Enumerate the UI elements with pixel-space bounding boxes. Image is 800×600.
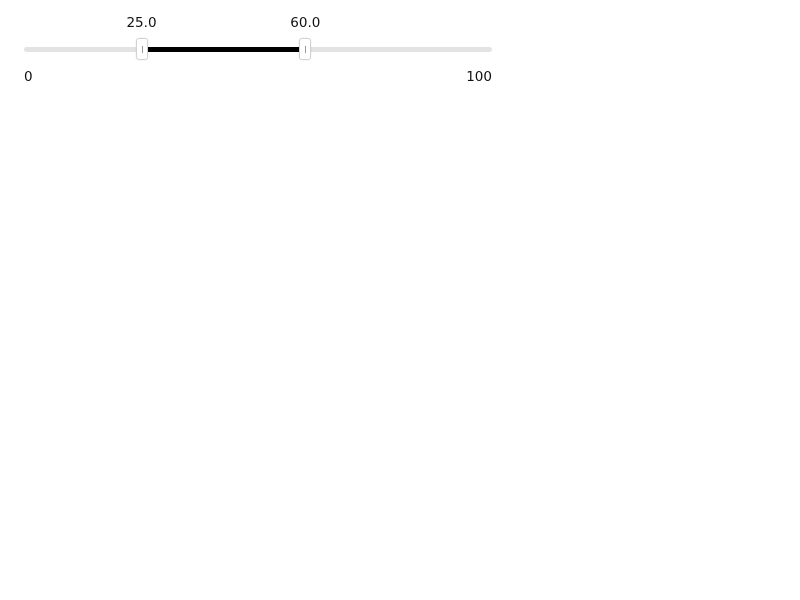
high-value-label: 60.0 <box>290 15 321 31</box>
grip-icon <box>305 46 307 53</box>
max-label: 100 <box>466 69 492 85</box>
range-slider[interactable]: 25.0 60.0 0 100 <box>24 0 492 100</box>
min-label: 0 <box>24 69 33 85</box>
low-handle[interactable] <box>135 38 148 60</box>
low-value-label: 25.0 <box>126 15 157 31</box>
slider-selected-range <box>141 47 305 52</box>
high-handle[interactable] <box>299 38 312 60</box>
grip-icon <box>141 46 143 53</box>
